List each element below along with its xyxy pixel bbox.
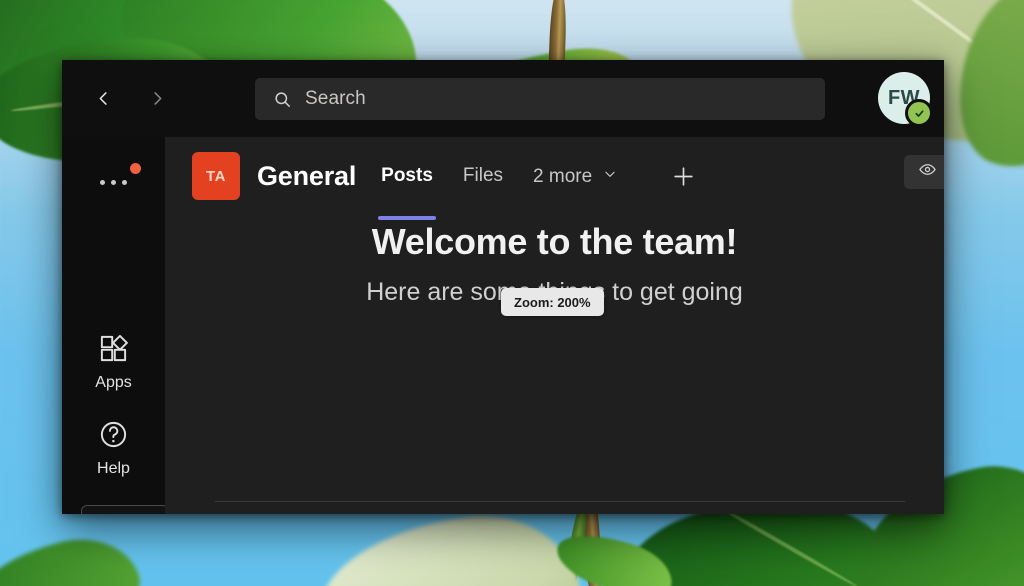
- sidebar-item-apps[interactable]: Apps: [62, 331, 165, 393]
- presence-available-icon: [905, 99, 933, 127]
- sidebar-item-help[interactable]: Help: [62, 417, 165, 479]
- search-icon: [273, 90, 292, 109]
- teams-window: Search FW Apps Help TA General Posts Fil…: [62, 60, 944, 514]
- eye-icon: [918, 160, 937, 184]
- help-icon: [98, 419, 129, 455]
- back-button[interactable]: [86, 82, 120, 116]
- more-options-icon: [100, 179, 127, 185]
- screen: Search FW Apps Help TA General Posts Fil…: [0, 0, 1024, 586]
- section-divider: [215, 501, 905, 502]
- org-wide-badge[interactable]: Org-wide: [904, 155, 944, 189]
- title-bar: Search FW: [62, 60, 944, 137]
- tab-label: Posts: [381, 165, 433, 186]
- tab-label: Files: [462, 165, 504, 186]
- welcome-heading: Welcome to the team!: [371, 221, 738, 262]
- channel-body: Welcome to the team! Here are some thing…: [165, 215, 944, 514]
- navigation-buttons: [86, 82, 174, 116]
- tab-label: 2 more: [533, 165, 593, 187]
- left-app-rail: Apps Help: [62, 137, 169, 514]
- add-tab-button[interactable]: [671, 164, 696, 189]
- search-placeholder: Search: [305, 88, 366, 109]
- zoom-level-tooltip: Zoom: 200%: [501, 288, 604, 316]
- tab-posts[interactable]: Posts: [378, 159, 436, 220]
- team-avatar[interactable]: TA: [192, 152, 240, 200]
- user-avatar[interactable]: FW: [878, 72, 933, 127]
- notification-badge: [130, 163, 141, 174]
- search-bar[interactable]: Search: [255, 78, 825, 120]
- chevron-down-icon: [603, 165, 617, 187]
- sidebar-item-label: Apps: [95, 373, 132, 391]
- channel-content: TA General Posts Files 2 more Welcome to…: [165, 137, 944, 514]
- tab-more[interactable]: 2 more: [531, 159, 619, 194]
- page-title: General: [257, 160, 357, 191]
- get-mobile-app-button[interactable]: [81, 505, 169, 514]
- sidebar-item-label: Help: [97, 459, 130, 477]
- apps-icon: [98, 333, 129, 369]
- channel-header: TA General Posts Files 2 more: [165, 137, 944, 220]
- channel-tabs: Posts Files 2 more: [378, 159, 696, 220]
- tab-files[interactable]: Files: [461, 159, 505, 193]
- forward-button[interactable]: [140, 82, 174, 116]
- sidebar-item-more[interactable]: [62, 159, 165, 205]
